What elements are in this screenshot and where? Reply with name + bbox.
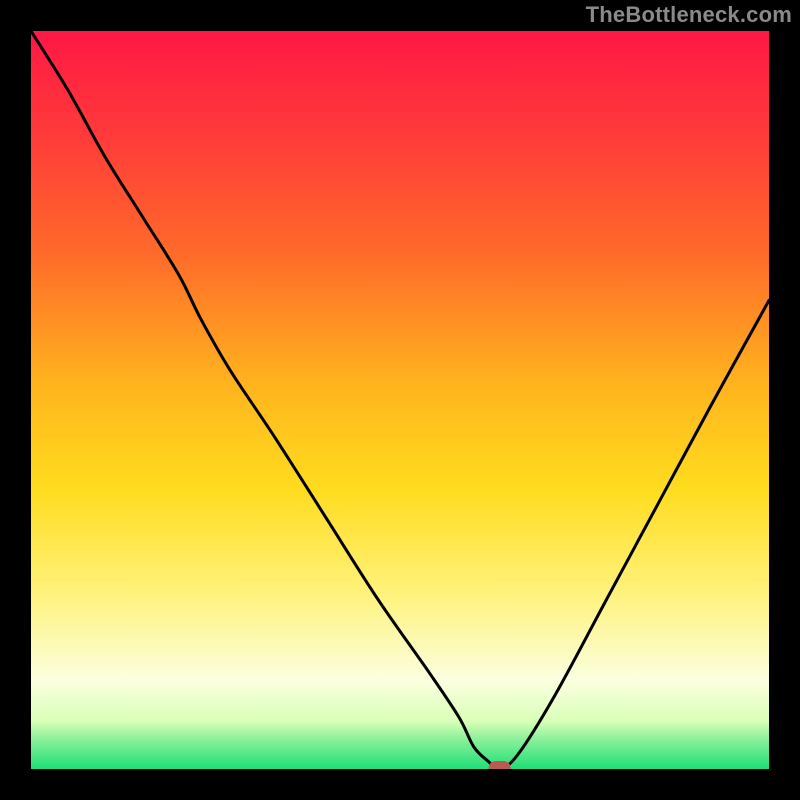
chart-plot	[31, 31, 769, 769]
optimum-marker	[489, 761, 511, 769]
chart-background	[31, 31, 769, 769]
chart-frame: TheBottleneck.com	[0, 0, 800, 800]
attribution-label: TheBottleneck.com	[586, 2, 792, 28]
chart-svg	[31, 31, 769, 769]
